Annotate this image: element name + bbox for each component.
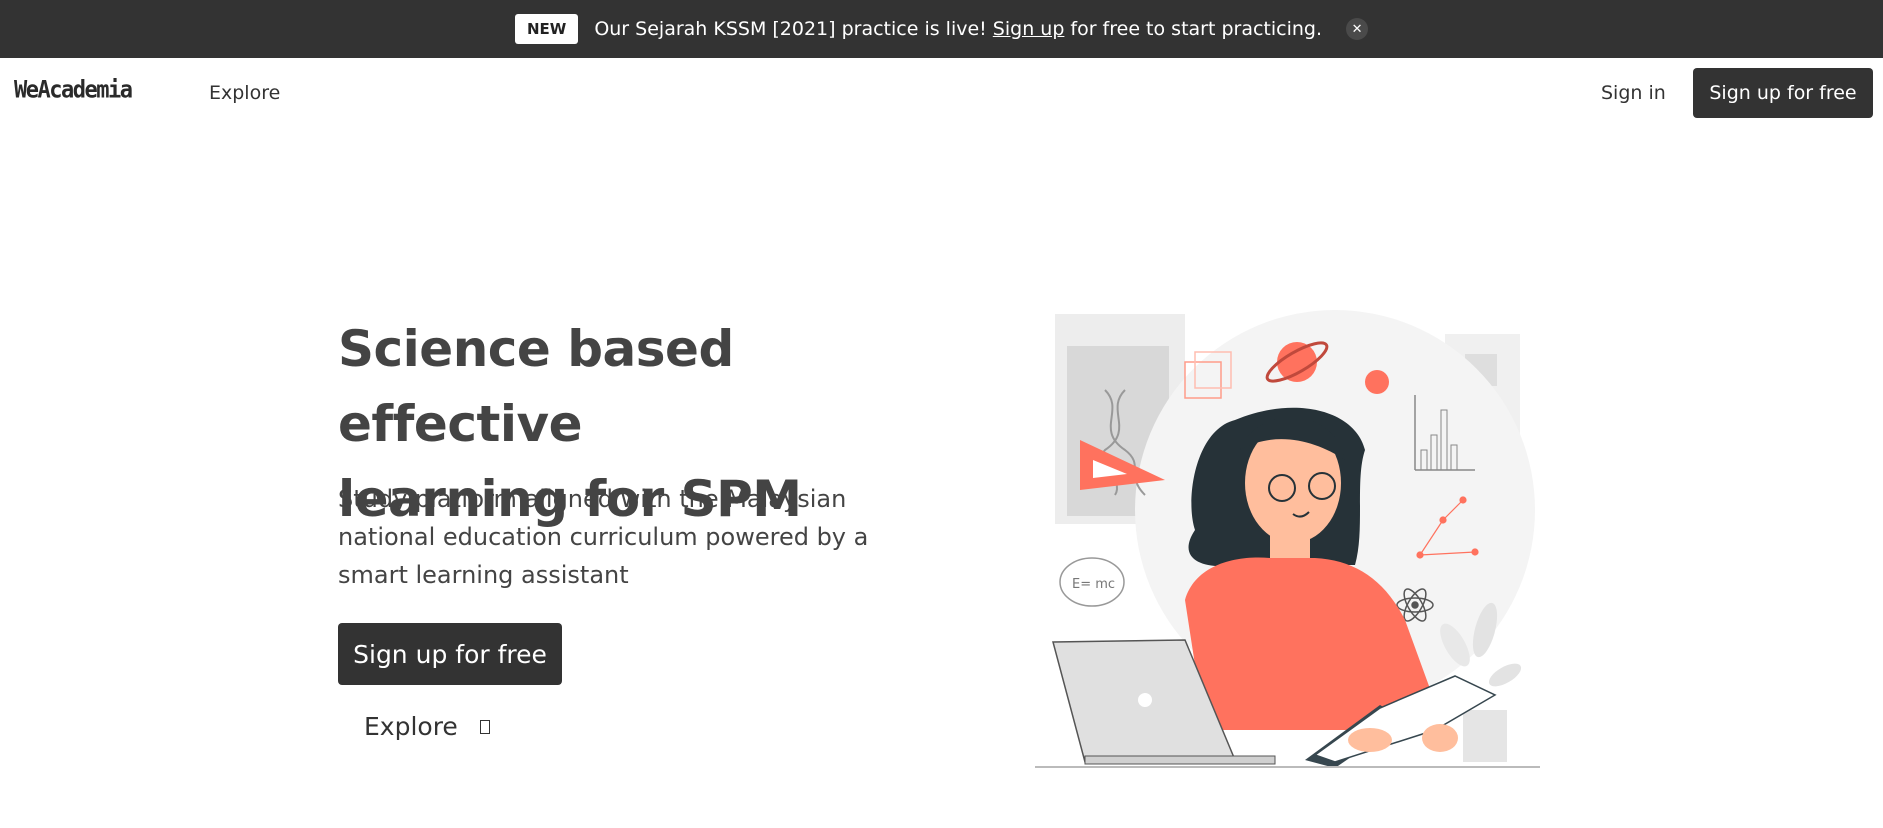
announcement-signup-link[interactable]: Sign up [993,18,1065,40]
laptop-base [1084,755,1276,765]
close-icon[interactable]: ✕ [1346,18,1369,40]
moon-icon [1365,370,1389,394]
new-badge: NEW [514,14,579,44]
laptop-logo [1138,693,1152,707]
top-navbar: WeAcademia Explore Sign in Sign up for f… [0,58,1883,128]
arrow-right-icon [479,719,490,734]
hero-subtitle: Study platform aligned with the Malaysia… [338,485,869,589]
nav-signup-button[interactable]: Sign up for free [1693,68,1873,118]
planet-icon [1277,342,1317,382]
nav-explore-link[interactable]: Explore [209,82,280,104]
announcement-bar: NEW Our Sejarah KSSM [2021] practice is … [0,0,1883,58]
hand-right [1422,724,1458,752]
logo[interactable]: WeAcademia [14,77,133,105]
hero-title-line-1: Science based effective [338,320,734,453]
formula-text: E= mc [1072,577,1115,592]
hero-explore-label: Explore [364,712,458,741]
hand-left [1348,728,1392,752]
student-reading-illustration: E= mc [1035,310,1540,768]
announcement-text-after: for free to start practicing. [1070,18,1323,40]
sign-in-link[interactable]: Sign in [1601,82,1666,104]
announcement-text: Our Sejarah KSSM [2021] practice is live… [594,18,987,40]
hero-explore-link[interactable]: Explore [364,712,490,741]
hero-signup-button[interactable]: Sign up for free [338,623,562,685]
